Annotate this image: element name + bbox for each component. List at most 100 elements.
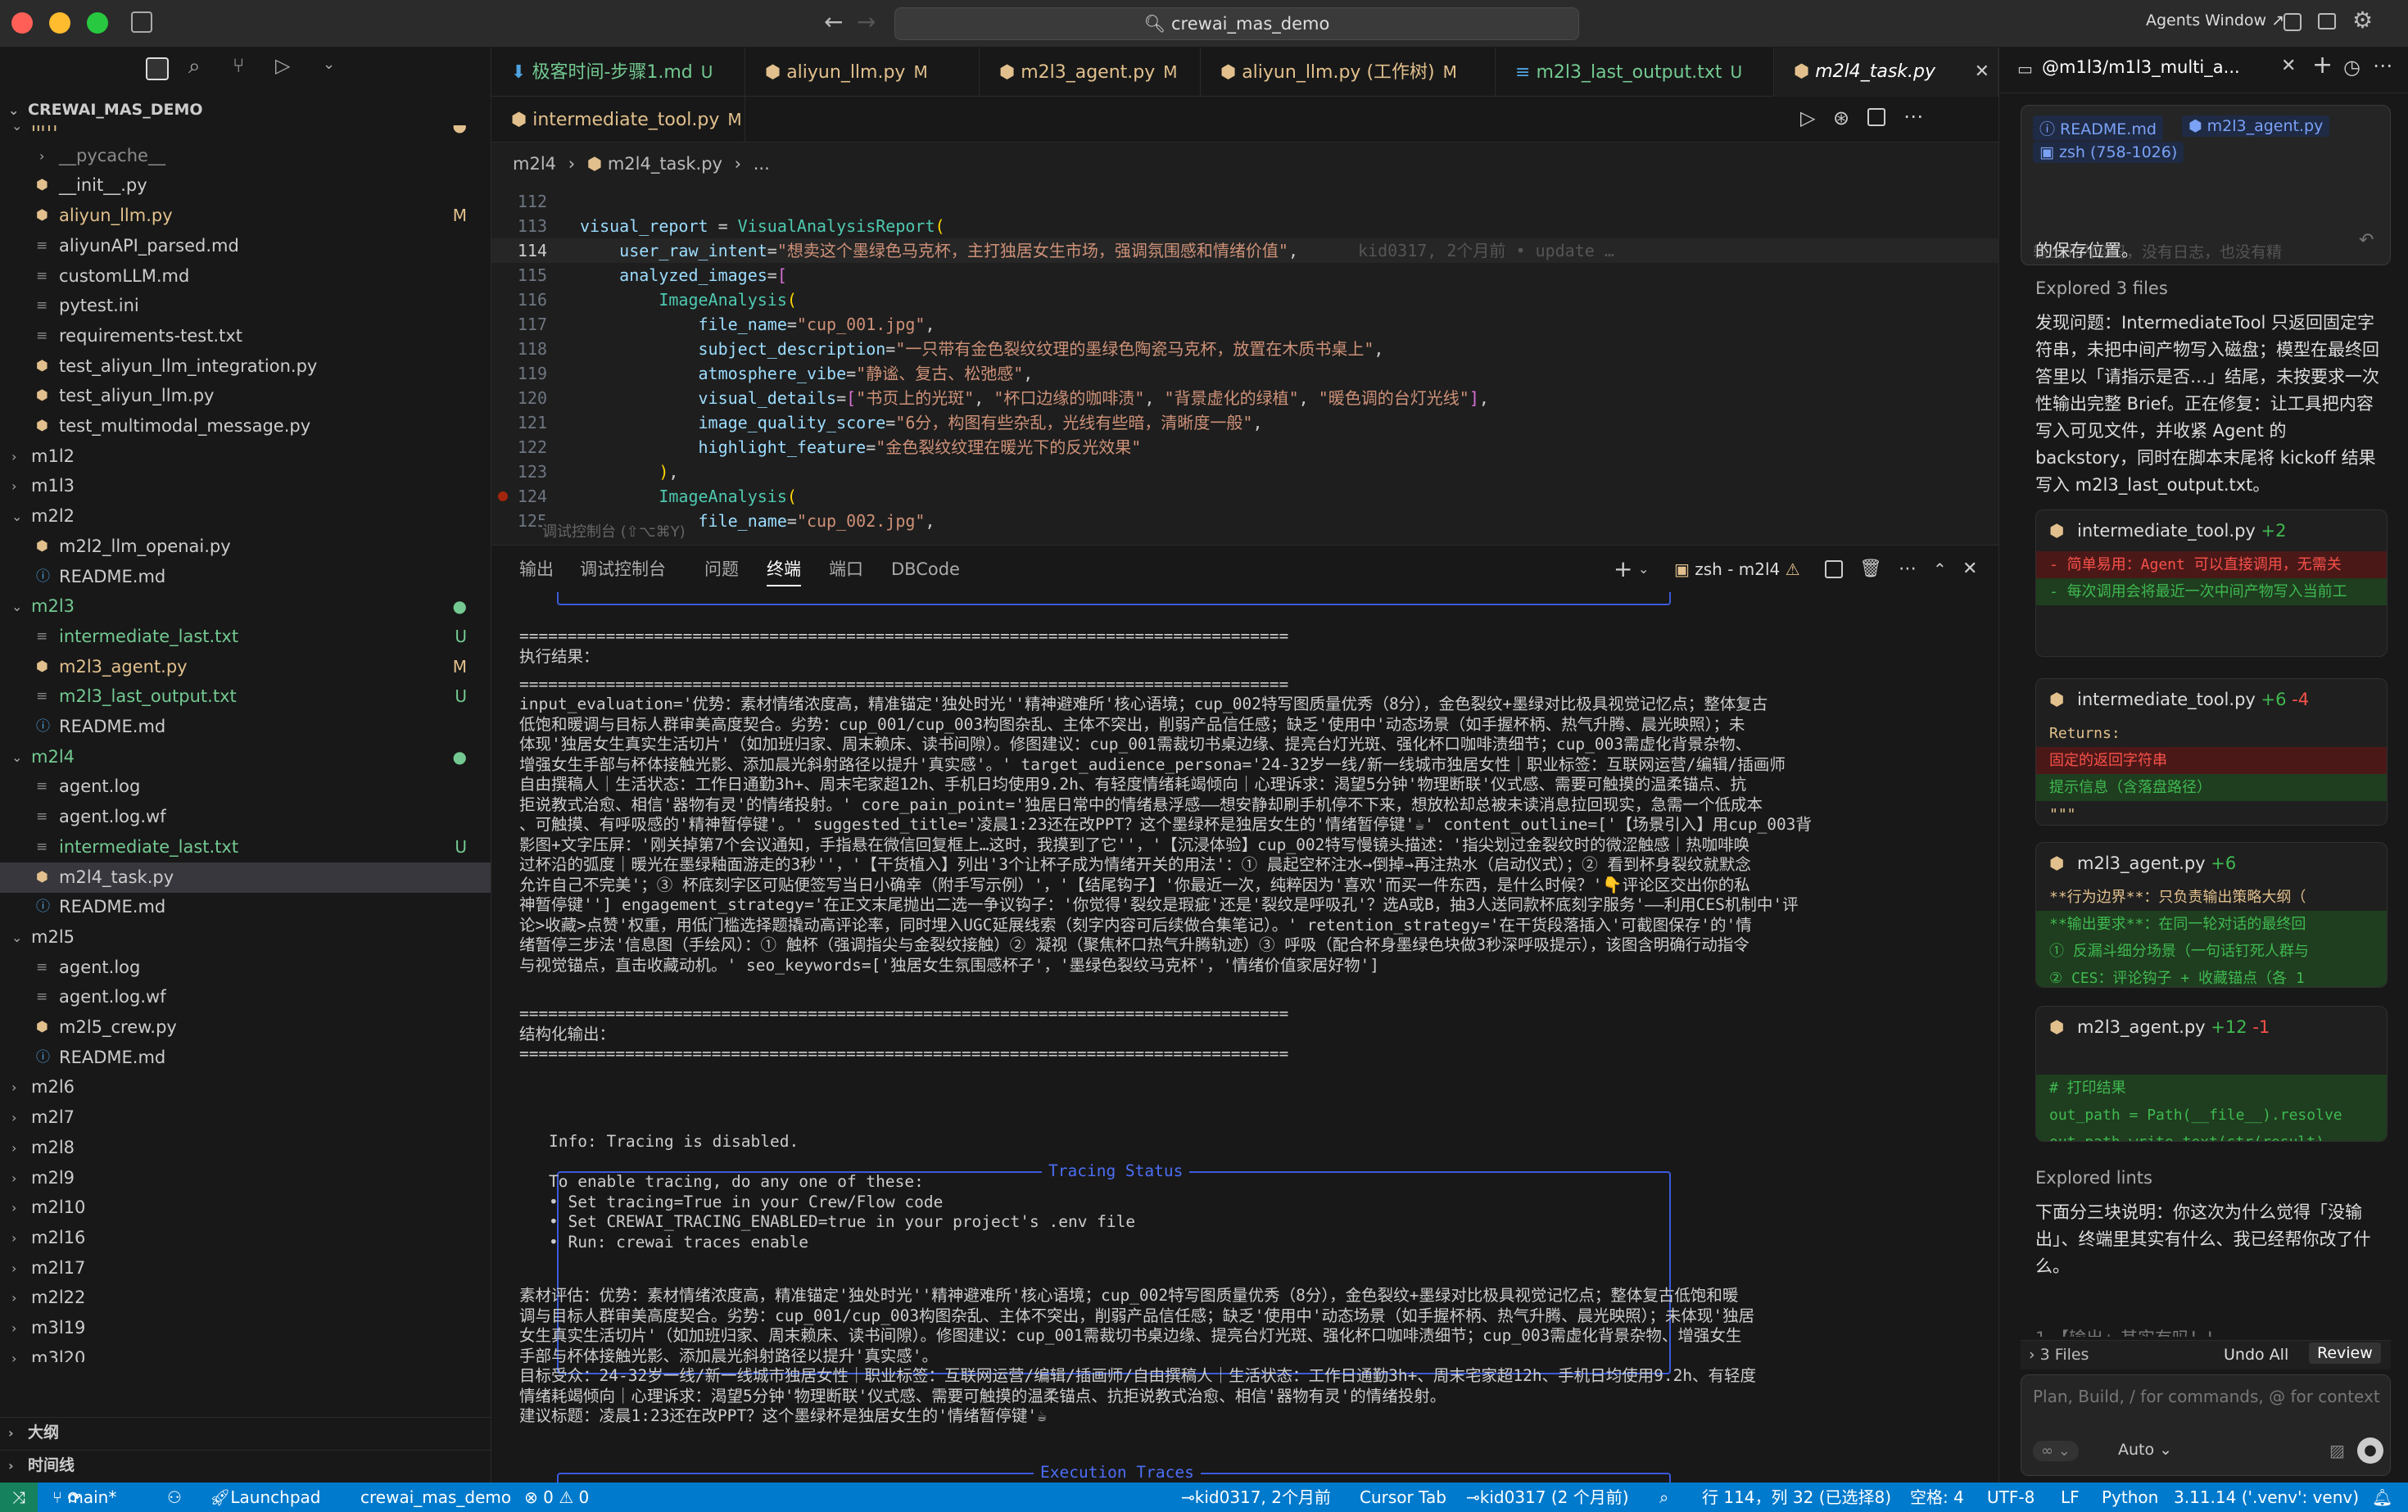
review-button[interactable]: Review [2309, 1342, 2381, 1364]
project-name[interactable]: crewai_mas_demo [360, 1483, 511, 1512]
code-line[interactable]: 125 file_name="cup_002.jpg", [491, 509, 1998, 533]
close-panel-icon[interactable]: ✕ [1962, 545, 1977, 593]
panel-tab[interactable]: DBCode [891, 545, 960, 593]
tree-item[interactable]: › m2l22 [0, 1283, 491, 1313]
agents-window-link[interactable]: Agents Window ↗ [2146, 11, 2284, 29]
timeline-section[interactable]: › 时间线 [0, 1450, 491, 1480]
diff-card[interactable]: ⬢ intermediate_tool.py +6 -4 Returns: 固定的… [2035, 678, 2388, 826]
tree-item[interactable]: › m2l6 [0, 1072, 491, 1102]
tree-item[interactable]: ⌄ m2l2 [0, 501, 491, 532]
editor-tab[interactable]: ⬇ 极客时间-步骤1.md U [491, 48, 745, 97]
cursor-position[interactable]: 行 114，列 32 (已选择8) [1702, 1483, 1891, 1512]
more-actions-icon[interactable]: ⋯ [1903, 105, 1923, 128]
panel-tab[interactable]: 调试控制台 [580, 545, 666, 593]
settings-gear-icon[interactable]: ⚙ [2352, 7, 2373, 34]
terminal-selector[interactable]: ▣ zsh - m2l4 ⚠ [1674, 545, 1800, 593]
chat-input-placeholder[interactable]: Plan, Build, / for commands, @ for conte… [2033, 1387, 2380, 1406]
tree-item[interactable]: ≡ m2l3_last_output.txt U [0, 681, 491, 712]
command-center-search[interactable]: 🔍︎ crewai_mas_demo [894, 7, 1579, 40]
blame-indicator-2[interactable]: ⊸ kid0317 (2 个月前) [1466, 1483, 1629, 1512]
diff-card-header[interactable]: ⬢ m2l3_agent.py +6 [2036, 843, 2387, 884]
split-terminal-icon[interactable] [1825, 560, 1843, 578]
breakpoint-icon[interactable] [498, 491, 508, 501]
tree-item[interactable]: › m1l3 [0, 471, 491, 501]
debug-icon[interactable]: ⊛ [1833, 106, 1849, 129]
tree-item[interactable]: ⌄ m2l3 ● [0, 591, 491, 622]
breadcrumb-symbol[interactable]: ... [754, 154, 770, 174]
tree-item[interactable]: ≡ customLLM.md [0, 261, 491, 292]
panel-tab[interactable]: 问题 [704, 545, 739, 593]
chat-icon[interactable] [2318, 13, 2336, 29]
diff-card-header[interactable]: ⬢ intermediate_tool.py +6 -4 [2036, 679, 2387, 720]
tree-item[interactable]: › m2l8 [0, 1133, 491, 1163]
editor-tab[interactable]: ⬢ aliyun_llm.py M [745, 48, 980, 97]
more-actions-icon[interactable]: ⋯ [1899, 545, 1917, 593]
new-terminal-icon[interactable]: + [1614, 545, 1632, 593]
new-chat-icon[interactable]: + [2312, 51, 2333, 79]
diff-card-header[interactable]: ⬢ m2l3_agent.py +12 -1 [2036, 1007, 2387, 1048]
zoom-icon[interactable]: ⌕ [1659, 1483, 1668, 1512]
tree-item[interactable]: ⌄ m2l4 ● [0, 742, 491, 772]
tree-item[interactable]: › m3l20 [0, 1343, 491, 1362]
indentation[interactable]: 空格: 4 [1910, 1483, 1964, 1512]
close-window-button[interactable] [11, 12, 33, 34]
tree-item[interactable]: ⬢ m2l5_crew.py [0, 1012, 491, 1043]
diff-card-header[interactable]: ⬢ intermediate_tool.py +2 [2036, 510, 2387, 551]
files-icon[interactable] [146, 57, 169, 80]
tree-item[interactable]: › m2l9 [0, 1163, 491, 1193]
code-line[interactable]: 116 ImageAnalysis( [491, 287, 1998, 312]
agent-tab-title[interactable]: @m1l3/m1l3_multi_a... [2042, 57, 2263, 77]
chat-input-box[interactable]: Plan, Build, / for commands, @ for conte… [2021, 1374, 2391, 1476]
minimize-window-button[interactable] [49, 12, 70, 34]
code-line[interactable]: 122 highlight_feature="金色裂纹纹理在暖光下的反光效果" [491, 435, 1998, 459]
tree-item[interactable]: › m2l16 [0, 1223, 491, 1253]
tree-item[interactable]: ≡ intermediate_last.txt U [0, 832, 491, 862]
tree-item[interactable]: ≡ requirements-test.txt [0, 321, 491, 351]
encoding[interactable]: UTF-8 [1987, 1483, 2035, 1512]
close-icon[interactable]: ✕ [2281, 56, 2296, 76]
tree-item[interactable]: ≡ pytest.ini [0, 291, 491, 321]
run-icon[interactable]: ▷ [1800, 106, 1815, 129]
close-tab-icon[interactable]: ✕ [1975, 48, 1989, 97]
code-line[interactable]: 113 visual_report = VisualAnalysisReport( [491, 214, 1998, 238]
tree-item[interactable]: ≡ agent.log [0, 953, 491, 983]
problems-indicator[interactable]: ⊗ 0 ⚠ 0 [524, 1483, 589, 1512]
code-editor[interactable]: 112 113 visual_report = VisualAnalysisRepo… [491, 184, 1998, 545]
tree-item[interactable]: › m2l10 [0, 1193, 491, 1223]
tree-item[interactable]: ⓘ README.md [0, 562, 491, 592]
sync-icon[interactable]: ⚇ [167, 1483, 182, 1512]
files-count[interactable]: › 3 Files [2029, 1346, 2089, 1364]
code-line[interactable]: 112 [491, 189, 1998, 214]
tree-item[interactable]: ⬢ m2l3_agent.py M [0, 652, 491, 682]
code-line[interactable]: 119 atmosphere_vibe="静谧、复古、松弛感", [491, 361, 1998, 386]
back-arrow-icon[interactable]: ← [824, 8, 843, 35]
tab-intermediate-tool[interactable]: ⬢ intermediate_tool.py M [491, 97, 745, 143]
panel-tab[interactable]: 端口 [829, 545, 863, 593]
breadcrumb-file[interactable]: m2l4_task.py [608, 154, 722, 174]
line-ending[interactable]: LF [2061, 1483, 2080, 1512]
code-line[interactable]: 123 ), [491, 459, 1998, 484]
remote-icon[interactable]: ⤨ [0, 1483, 38, 1512]
tree-item[interactable]: ≡ agent.log [0, 772, 491, 802]
source-control-icon[interactable]: ⑂ [233, 54, 244, 77]
code-line[interactable]: 124 ImageAnalysis( [491, 484, 1998, 509]
panel-tab[interactable]: 终端 [767, 545, 801, 586]
tree-item[interactable]: ⬢ m2l4_task.py [0, 862, 491, 893]
tree-item[interactable]: ⬢ test_multimodal_message.py [0, 411, 491, 441]
tree-item[interactable]: ⓘ README.md [0, 1043, 491, 1073]
maximize-panel-icon[interactable]: ⌃ [1933, 545, 1947, 593]
history-icon[interactable]: ◷ [2343, 56, 2360, 79]
code-line[interactable]: 120 visual_details=["书页上的光斑", "杯口边缘的咖啡渍"… [491, 386, 1998, 410]
explored-lints-label[interactable]: Explored lints [2035, 1165, 2388, 1192]
code-line[interactable]: 115 analyzed_images=[ [491, 263, 1998, 287]
outline-section[interactable]: › 大纲 [0, 1417, 491, 1447]
search-view-icon[interactable]: ⌕ [188, 54, 201, 79]
toggle-panel-icon[interactable] [2284, 13, 2302, 31]
split-editor-icon[interactable] [1867, 108, 1885, 126]
chevron-down-icon[interactable]: ⌄ [1638, 545, 1649, 593]
tree-item[interactable]: ⬢ test_aliyun_llm_integration.py [0, 351, 491, 382]
tree-item[interactable]: ≡ intermediate_last.txt U [0, 622, 491, 652]
python-interpreter[interactable]: 3.11.14 ('.venv': venv) [2174, 1483, 2359, 1512]
diff-card[interactable]: ⬢ m2l3_agent.py +6 **行为边界**：只负责输出策略大纲（ **… [2035, 842, 2388, 988]
tree-item[interactable]: ⓘ README.md [0, 892, 491, 922]
